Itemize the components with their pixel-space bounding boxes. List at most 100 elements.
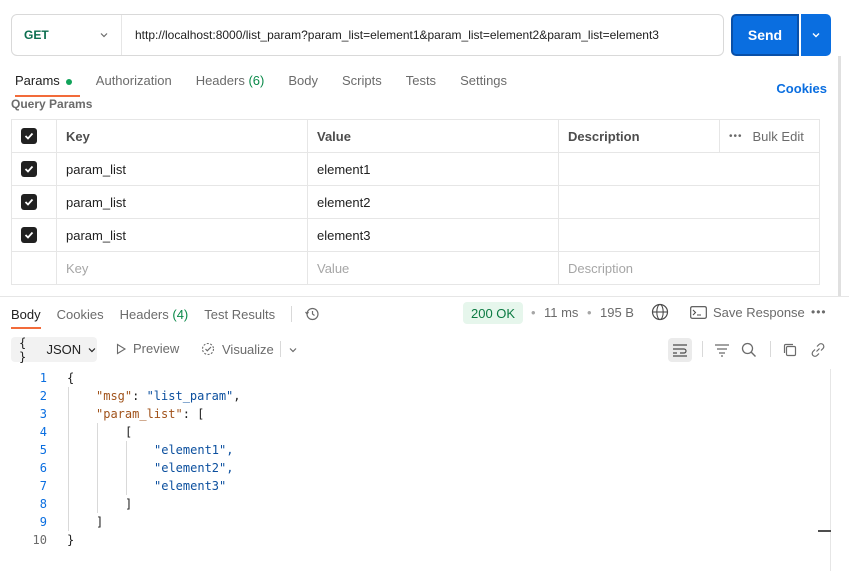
- tab-headers[interactable]: Headers (6): [196, 73, 265, 97]
- select-all-checkbox[interactable]: [21, 128, 37, 145]
- cookies-link[interactable]: Cookies: [776, 81, 827, 96]
- tab-response-body[interactable]: Body: [11, 307, 41, 329]
- param-value[interactable]: element3: [307, 218, 559, 252]
- code-text: "param_list": [: [96, 407, 205, 421]
- code-line: 8]: [0, 495, 830, 513]
- code-text: }: [67, 533, 75, 547]
- check-icon: [24, 166, 34, 174]
- response-tabs: Body Cookies Headers (4) Test Results: [11, 305, 320, 329]
- line-number: 4: [39, 425, 47, 439]
- row-checkbox[interactable]: [21, 227, 37, 244]
- search-icon[interactable]: [737, 338, 761, 362]
- param-value[interactable]: element2: [307, 185, 559, 219]
- row-checkbox[interactable]: [21, 194, 37, 211]
- divider: [702, 341, 703, 357]
- table-row: param_list element2: [11, 185, 820, 219]
- line-number: 7: [39, 479, 47, 493]
- visualize-label: Visualize: [222, 341, 274, 357]
- select-all-cell: [11, 119, 57, 153]
- request-tabs: Params Authorization Headers (6) Body Sc…: [15, 73, 531, 97]
- history-icon[interactable]: [304, 306, 320, 322]
- line-number: 5: [39, 443, 47, 457]
- param-description[interactable]: [558, 218, 820, 252]
- param-key[interactable]: param_list: [56, 185, 308, 219]
- tab-tests[interactable]: Tests: [406, 73, 436, 97]
- wrap-lines-icon[interactable]: [668, 338, 692, 362]
- visualize-icon: [201, 342, 215, 356]
- param-key[interactable]: param_list: [56, 152, 308, 186]
- tab-scripts[interactable]: Scripts: [342, 73, 382, 97]
- url-input[interactable]: http://localhost:8000/list_param?param_l…: [122, 28, 659, 42]
- param-key[interactable]: param_list: [56, 218, 308, 252]
- param-value[interactable]: element1: [307, 152, 559, 186]
- more-icon: •••: [729, 130, 743, 142]
- query-params-heading: Query Params: [11, 97, 93, 111]
- more-options-icon[interactable]: •••: [811, 305, 827, 319]
- table-header-row: Key Value Description ••• Bulk Edit: [11, 119, 820, 153]
- indent-guide: [126, 441, 127, 495]
- json-braces-icon: { }: [19, 335, 27, 364]
- code-text: {: [67, 371, 75, 385]
- tab-response-cookies[interactable]: Cookies: [57, 307, 104, 322]
- new-value-input[interactable]: Value: [307, 251, 559, 285]
- row-checkbox[interactable]: [21, 161, 37, 178]
- tab-settings[interactable]: Settings: [460, 73, 507, 97]
- method-label: GET: [24, 28, 49, 42]
- line-number: 10: [32, 533, 47, 547]
- line-number: 9: [39, 515, 47, 529]
- code-line: 10}: [0, 531, 830, 549]
- code-text: "element3": [154, 479, 227, 493]
- chevron-down-icon: [100, 33, 108, 38]
- tab-body[interactable]: Body: [288, 73, 318, 97]
- response-size[interactable]: 195 B: [600, 305, 634, 320]
- line-number: 6: [39, 461, 47, 475]
- check-icon: [24, 232, 34, 240]
- copy-icon[interactable]: [778, 338, 802, 362]
- link-icon[interactable]: [806, 338, 830, 362]
- pane-divider[interactable]: [0, 296, 849, 297]
- visualize-button[interactable]: Visualize: [200, 341, 274, 357]
- status-badge[interactable]: 200 OK: [463, 302, 524, 324]
- preview-button[interactable]: Preview: [115, 341, 179, 356]
- bulk-edit-label: Bulk Edit: [752, 128, 804, 144]
- code-line: 7 "element3": [0, 477, 830, 495]
- play-icon: [116, 343, 127, 354]
- request-scrollbar[interactable]: [838, 56, 841, 296]
- divider: [280, 341, 281, 357]
- separator-dot: •: [531, 305, 536, 320]
- indent-guide: [97, 423, 98, 513]
- format-label: JSON: [46, 342, 82, 357]
- divider: [291, 306, 293, 322]
- tab-response-headers[interactable]: Headers (4): [120, 307, 189, 322]
- param-description[interactable]: [558, 152, 820, 186]
- code-line: 1{: [0, 369, 830, 387]
- save-response-button[interactable]: Save Response: [690, 305, 805, 320]
- new-description-input[interactable]: Description: [558, 251, 820, 285]
- filter-icon[interactable]: [710, 338, 734, 362]
- new-key-input[interactable]: Key: [56, 251, 308, 285]
- save-response-icon: [690, 306, 707, 319]
- code-line: 9]: [0, 513, 830, 531]
- separator-dot: •: [587, 305, 592, 320]
- editor-scrollbar[interactable]: [830, 369, 831, 571]
- param-description[interactable]: [558, 185, 820, 219]
- globe-icon[interactable]: [651, 303, 669, 321]
- send-button[interactable]: Send: [731, 14, 799, 56]
- indent-guide: [68, 387, 69, 531]
- method-select[interactable]: GET: [12, 15, 122, 55]
- url-bar: GET http://localhost:8000/list_param?par…: [11, 14, 724, 56]
- format-select[interactable]: { } JSON: [11, 335, 97, 364]
- table-row: param_list element1: [11, 152, 820, 186]
- bulk-edit-button[interactable]: ••• Bulk Edit: [729, 129, 810, 144]
- response-body-editor[interactable]: 1{ 2 "msg": "list_param", 3 "param_list": …: [0, 369, 830, 549]
- tab-params[interactable]: Params: [15, 73, 80, 97]
- tab-test-results[interactable]: Test Results: [204, 307, 275, 322]
- tab-params-label: Params: [15, 73, 60, 88]
- check-icon: [24, 133, 34, 141]
- column-description: Description: [558, 119, 720, 153]
- tab-authorization[interactable]: Authorization: [96, 73, 172, 97]
- response-time[interactable]: 11 ms: [544, 305, 578, 320]
- send-options-button[interactable]: [801, 14, 831, 56]
- chevron-down-icon[interactable]: [288, 345, 298, 355]
- params-active-dot: [65, 78, 72, 85]
